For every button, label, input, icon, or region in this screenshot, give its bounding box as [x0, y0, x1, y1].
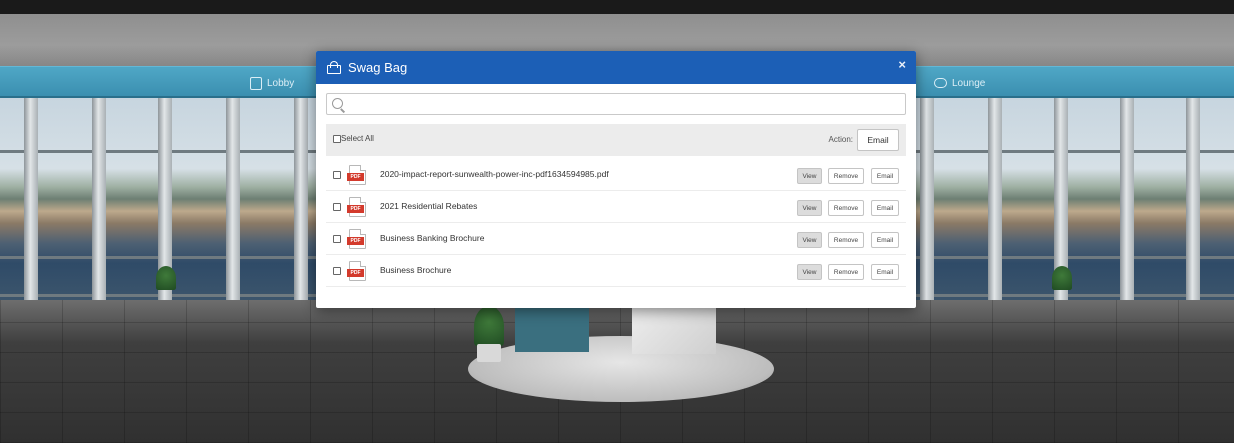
- pillar: [1120, 98, 1134, 304]
- select-all-checkbox[interactable]: [333, 134, 341, 143]
- pdf-file-icon: PDF: [347, 197, 366, 217]
- email-button[interactable]: Email: [871, 200, 899, 216]
- close-icon[interactable]: ×: [898, 57, 906, 72]
- chat-icon: [934, 78, 947, 88]
- remove-button[interactable]: Remove: [828, 168, 864, 184]
- file-checkbox[interactable]: [333, 203, 341, 211]
- plant: [156, 266, 176, 290]
- view-button[interactable]: View: [797, 264, 822, 280]
- pillar: [1186, 98, 1200, 304]
- swag-bag-modal: Swag Bag × Select All Action: Email PDF …: [316, 51, 916, 308]
- pdf-file-icon: PDF: [347, 229, 366, 249]
- plant: [474, 306, 504, 346]
- pillar: [294, 98, 308, 304]
- nav-lounge-label: Lounge: [952, 77, 986, 89]
- nav-lobby[interactable]: Lobby: [250, 75, 294, 91]
- file-row: PDF Business Banking Brochure View Remov…: [326, 223, 906, 255]
- email-button[interactable]: Email: [871, 232, 899, 248]
- file-row: PDF 2020-impact-report-sunwealth-power-i…: [326, 159, 906, 191]
- lobby-icon: [250, 76, 262, 90]
- pillar: [92, 98, 106, 304]
- email-button[interactable]: Email: [871, 264, 899, 280]
- file-name: 2021 Residential Rebates: [380, 201, 478, 211]
- action-label: Action:: [828, 135, 853, 144]
- pillar: [920, 98, 934, 304]
- file-name: 2020-impact-report-sunwealth-power-inc-p…: [380, 169, 609, 179]
- bulk-action-toolbar: Select All Action: Email: [326, 124, 906, 156]
- view-button[interactable]: View: [797, 232, 822, 248]
- pillar: [988, 98, 1002, 304]
- select-all[interactable]: Select All: [333, 134, 374, 143]
- view-button[interactable]: View: [797, 200, 822, 216]
- file-checkbox[interactable]: [333, 267, 341, 275]
- file-row: PDF 2021 Residential Rebates View Remove…: [326, 191, 906, 223]
- pillar: [226, 98, 240, 304]
- file-row: PDF Business Brochure View Remove Email: [326, 255, 906, 287]
- nav-lobby-label: Lobby: [267, 77, 295, 89]
- top-edge: [0, 0, 1234, 14]
- bulk-email-button[interactable]: Email: [857, 129, 899, 151]
- email-button[interactable]: Email: [871, 168, 899, 184]
- file-checkbox[interactable]: [333, 235, 341, 243]
- file-name: Business Banking Brochure: [380, 233, 485, 243]
- booth-platform: [468, 336, 774, 402]
- search-input[interactable]: [349, 96, 899, 112]
- remove-button[interactable]: Remove: [828, 232, 864, 248]
- remove-button[interactable]: Remove: [828, 200, 864, 216]
- view-button[interactable]: View: [797, 168, 822, 184]
- file-checkbox[interactable]: [333, 171, 341, 179]
- nav-lounge[interactable]: Lounge: [934, 75, 985, 91]
- modal-title: Swag Bag: [348, 60, 408, 75]
- select-all-label: Select All: [341, 134, 374, 143]
- search-icon: [332, 98, 343, 109]
- pdf-file-icon: PDF: [347, 261, 366, 281]
- plant-pot: [477, 344, 501, 362]
- plant: [1052, 266, 1072, 290]
- pillar: [24, 98, 38, 304]
- file-name: Business Brochure: [380, 265, 452, 275]
- remove-button[interactable]: Remove: [828, 264, 864, 280]
- pdf-file-icon: PDF: [347, 165, 366, 185]
- modal-header: Swag Bag ×: [316, 51, 916, 84]
- shopping-bag-icon: [327, 61, 341, 74]
- search-box: [326, 93, 906, 115]
